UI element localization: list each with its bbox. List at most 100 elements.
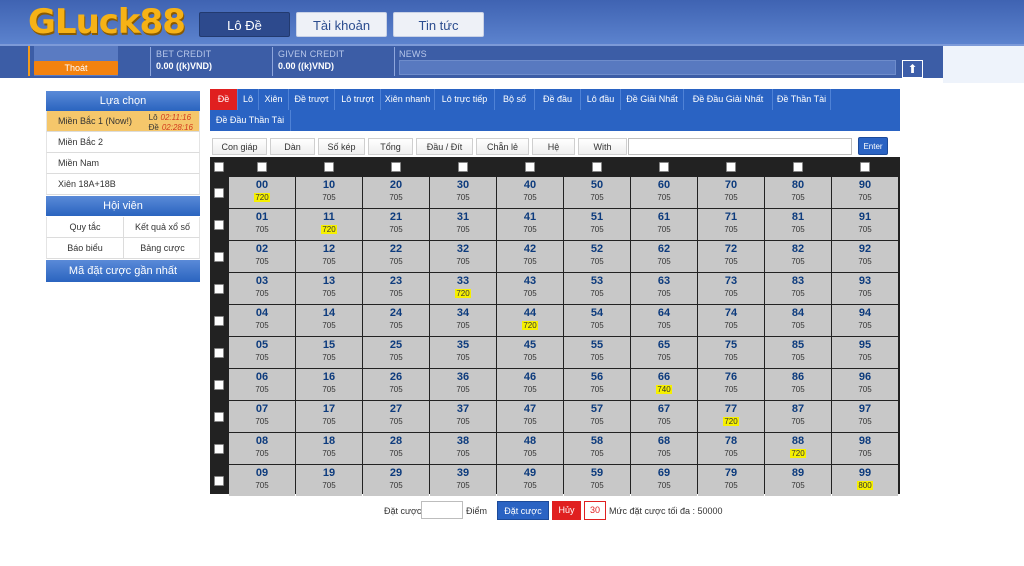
- number-cell[interactable]: 79 705: [698, 465, 764, 496]
- filter-tong-button[interactable]: Tổng: [368, 138, 413, 155]
- filter-with-button[interactable]: With: [578, 138, 627, 155]
- number-cell[interactable]: 73 705: [698, 273, 764, 304]
- brand-logo[interactable]: GLuck88: [28, 2, 186, 42]
- number-cell[interactable]: 80 705: [765, 177, 831, 208]
- column-checkbox[interactable]: [324, 162, 334, 172]
- number-cell[interactable]: 45 705: [497, 337, 563, 368]
- filter-dau-dit-button[interactable]: Đầu / Đít: [416, 138, 473, 155]
- column-checkbox[interactable]: [525, 162, 535, 172]
- number-cell[interactable]: 76 705: [698, 369, 764, 400]
- number-cell[interactable]: 63 705: [631, 273, 697, 304]
- number-cell[interactable]: 23 705: [363, 273, 429, 304]
- filter-chan-le-button[interactable]: Chẵn lẻ: [476, 138, 529, 155]
- number-cell[interactable]: 42 705: [497, 241, 563, 272]
- number-cell[interactable]: 39 705: [430, 465, 496, 496]
- number-cell[interactable]: 93 705: [832, 273, 898, 304]
- number-cell[interactable]: 29 705: [363, 465, 429, 496]
- filter-dan-button[interactable]: Dàn: [270, 138, 315, 155]
- number-cell[interactable]: 71 705: [698, 209, 764, 240]
- number-cell[interactable]: 34 705: [430, 305, 496, 336]
- number-cell[interactable]: 84 705: [765, 305, 831, 336]
- tab-2[interactable]: Xiên: [259, 89, 289, 110]
- report-link[interactable]: Báo biểu: [47, 238, 124, 259]
- number-cell[interactable]: 15 705: [296, 337, 362, 368]
- number-cell[interactable]: 64 705: [631, 305, 697, 336]
- number-cell[interactable]: 07 705: [229, 401, 295, 432]
- number-cell[interactable]: 96 705: [832, 369, 898, 400]
- number-cell[interactable]: 12 705: [296, 241, 362, 272]
- number-cell[interactable]: 37 705: [430, 401, 496, 432]
- number-cell[interactable]: 04 705: [229, 305, 295, 336]
- number-cell[interactable]: 58 705: [564, 433, 630, 464]
- number-cell[interactable]: 78 705: [698, 433, 764, 464]
- number-cell[interactable]: 47 705: [497, 401, 563, 432]
- tab-9[interactable]: Lô đầu: [581, 89, 621, 110]
- number-cell[interactable]: 40 705: [497, 177, 563, 208]
- tab-12[interactable]: Đề Thần Tài: [773, 89, 831, 110]
- number-cell[interactable]: 02 705: [229, 241, 295, 272]
- with-number-input[interactable]: [628, 138, 852, 155]
- number-cell[interactable]: 57 705: [564, 401, 630, 432]
- number-cell[interactable]: 59 705: [564, 465, 630, 496]
- sidebar-item-xien[interactable]: Xiên 18A+18B: [46, 174, 200, 195]
- column-checkbox[interactable]: [458, 162, 468, 172]
- number-cell[interactable]: 85 705: [765, 337, 831, 368]
- number-cell[interactable]: 92 705: [832, 241, 898, 272]
- number-cell[interactable]: 10 705: [296, 177, 362, 208]
- number-cell[interactable]: 28 705: [363, 433, 429, 464]
- number-cell[interactable]: 43 705: [497, 273, 563, 304]
- row-checkbox[interactable]: [214, 412, 224, 422]
- row-checkbox[interactable]: [214, 476, 224, 486]
- column-checkbox[interactable]: [257, 162, 267, 172]
- number-cell[interactable]: 87 705: [765, 401, 831, 432]
- number-cell[interactable]: 83 705: [765, 273, 831, 304]
- row-checkbox[interactable]: [214, 284, 224, 294]
- number-cell[interactable]: 01 705: [229, 209, 295, 240]
- results-link[interactable]: Kết quả xổ số: [124, 217, 201, 238]
- number-cell[interactable]: 56 705: [564, 369, 630, 400]
- tab-10[interactable]: Đề Giải Nhất: [621, 89, 684, 110]
- number-cell[interactable]: 18 705: [296, 433, 362, 464]
- number-cell[interactable]: 69 705: [631, 465, 697, 496]
- number-cell[interactable]: 66 740: [631, 369, 697, 400]
- cancel-button[interactable]: Hủy: [552, 501, 581, 520]
- number-cell[interactable]: 38 705: [430, 433, 496, 464]
- enter-button[interactable]: Enter: [858, 137, 888, 155]
- column-checkbox[interactable]: [793, 162, 803, 172]
- sidebar-item-mien-bac-2[interactable]: Miền Bắc 2: [46, 132, 200, 153]
- number-cell[interactable]: 03 705: [229, 273, 295, 304]
- upload-icon[interactable]: ⬆: [902, 60, 923, 78]
- number-cell[interactable]: 48 705: [497, 433, 563, 464]
- number-cell[interactable]: 52 705: [564, 241, 630, 272]
- number-cell[interactable]: 50 705: [564, 177, 630, 208]
- bet-amount-input[interactable]: [421, 501, 463, 519]
- sidebar-item-mien-bac-1[interactable]: Miền Bắc 1 (Now!) Lô 02:11:16 Đề 02:28:16: [46, 111, 200, 132]
- tab-7[interactable]: Bộ số: [495, 89, 535, 110]
- bet-table-link[interactable]: Bảng cược: [124, 238, 201, 259]
- number-cell[interactable]: 86 705: [765, 369, 831, 400]
- nav-news[interactable]: Tin tức: [393, 12, 484, 37]
- column-checkbox[interactable]: [592, 162, 602, 172]
- sidebar-item-mien-nam[interactable]: Miền Nam: [46, 153, 200, 174]
- tab-0[interactable]: Đề: [210, 89, 238, 110]
- number-cell[interactable]: 65 705: [631, 337, 697, 368]
- number-cell[interactable]: 20 705: [363, 177, 429, 208]
- number-cell[interactable]: 33 720: [430, 273, 496, 304]
- number-cell[interactable]: 17 705: [296, 401, 362, 432]
- filter-so-kep-button[interactable]: Số kép: [318, 138, 365, 155]
- tab-5[interactable]: Xiên nhanh: [381, 89, 435, 110]
- number-cell[interactable]: 67 705: [631, 401, 697, 432]
- nav-lo-de[interactable]: Lô Đề: [199, 12, 290, 37]
- number-cell[interactable]: 90 705: [832, 177, 898, 208]
- number-cell[interactable]: 00 720: [229, 177, 295, 208]
- number-cell[interactable]: 49 705: [497, 465, 563, 496]
- number-cell[interactable]: 95 705: [832, 337, 898, 368]
- filter-he-button[interactable]: Hệ: [532, 138, 575, 155]
- number-cell[interactable]: 77 720: [698, 401, 764, 432]
- number-cell[interactable]: 51 705: [564, 209, 630, 240]
- number-cell[interactable]: 81 705: [765, 209, 831, 240]
- tab-1[interactable]: Lô: [238, 89, 259, 110]
- column-checkbox[interactable]: [860, 162, 870, 172]
- number-cell[interactable]: 70 705: [698, 177, 764, 208]
- column-checkbox[interactable]: [726, 162, 736, 172]
